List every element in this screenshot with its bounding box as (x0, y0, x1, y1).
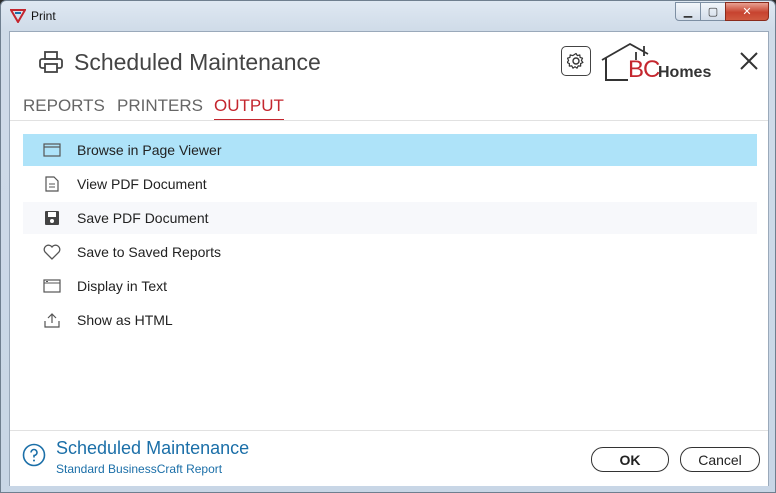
tab-printers[interactable]: PRINTERS (117, 96, 203, 119)
minimize-button[interactable]: ▁ (675, 2, 701, 21)
option-label: Display in Text (77, 278, 168, 294)
option-browse-page-viewer[interactable]: Browse in Page Viewer (23, 134, 757, 166)
save-icon (43, 210, 61, 226)
window-controls: ▁ ▢ ✕ (675, 2, 769, 21)
maximize-icon: ▢ (707, 6, 719, 18)
output-options-list: Browse in Page Viewer View PDF Document … (23, 134, 757, 338)
printer-icon (39, 51, 63, 73)
settings-button[interactable] (561, 46, 591, 76)
option-label: Show as HTML (77, 312, 173, 328)
minimize-icon: ▁ (683, 6, 693, 18)
option-save-pdf[interactable]: Save PDF Document (23, 202, 757, 234)
report-subtitle: Standard BusinessCraft Report (56, 462, 223, 476)
cancel-button[interactable]: Cancel (680, 447, 760, 472)
option-show-html[interactable]: Show as HTML (23, 304, 757, 336)
logo-bc-text: BC (628, 56, 660, 83)
dialog-footer: Scheduled Maintenance Standard BusinessC… (10, 430, 768, 486)
report-title: Scheduled Maintenance (56, 438, 250, 458)
option-save-saved-reports[interactable]: Save to Saved Reports (23, 236, 757, 268)
dialog-body: Scheduled Maintenance BC Homes REPORTS P… (9, 31, 769, 486)
help-icon[interactable] (22, 443, 46, 467)
print-window: Print ▁ ▢ ✕ Scheduled Maintenance BC Hom… (0, 0, 776, 493)
option-view-pdf[interactable]: View PDF Document (23, 168, 757, 200)
tab-reports[interactable]: REPORTS (23, 96, 105, 119)
export-icon (43, 312, 61, 328)
text-window-icon (43, 278, 61, 294)
dialog-close-icon[interactable] (738, 50, 760, 72)
tab-output[interactable]: OUTPUT (214, 96, 284, 120)
close-icon: ✕ (742, 6, 752, 18)
company-logo: BC Homes (600, 42, 720, 84)
heart-icon (43, 244, 61, 260)
gear-icon (567, 52, 584, 69)
window-title: Print (31, 9, 56, 23)
option-display-text[interactable]: Display in Text (23, 270, 757, 302)
document-icon (43, 176, 61, 192)
page-title: Scheduled Maintenance (74, 49, 321, 75)
maximize-button[interactable]: ▢ (700, 2, 726, 21)
dialog-header: Scheduled Maintenance BC Homes (10, 32, 768, 94)
option-label: Save to Saved Reports (77, 244, 221, 260)
option-label: View PDF Document (77, 176, 207, 192)
app-logo-icon (10, 9, 26, 23)
window-icon (43, 142, 61, 158)
title-bar[interactable]: Print ▁ ▢ ✕ (1, 1, 775, 31)
option-label: Save PDF Document (77, 210, 209, 226)
ok-button[interactable]: OK (591, 447, 669, 472)
tab-bar: REPORTS PRINTERS OUTPUT (10, 94, 768, 121)
window-close-button[interactable]: ✕ (725, 2, 769, 21)
logo-homes-text: Homes (658, 64, 712, 81)
option-label: Browse in Page Viewer (77, 142, 222, 158)
